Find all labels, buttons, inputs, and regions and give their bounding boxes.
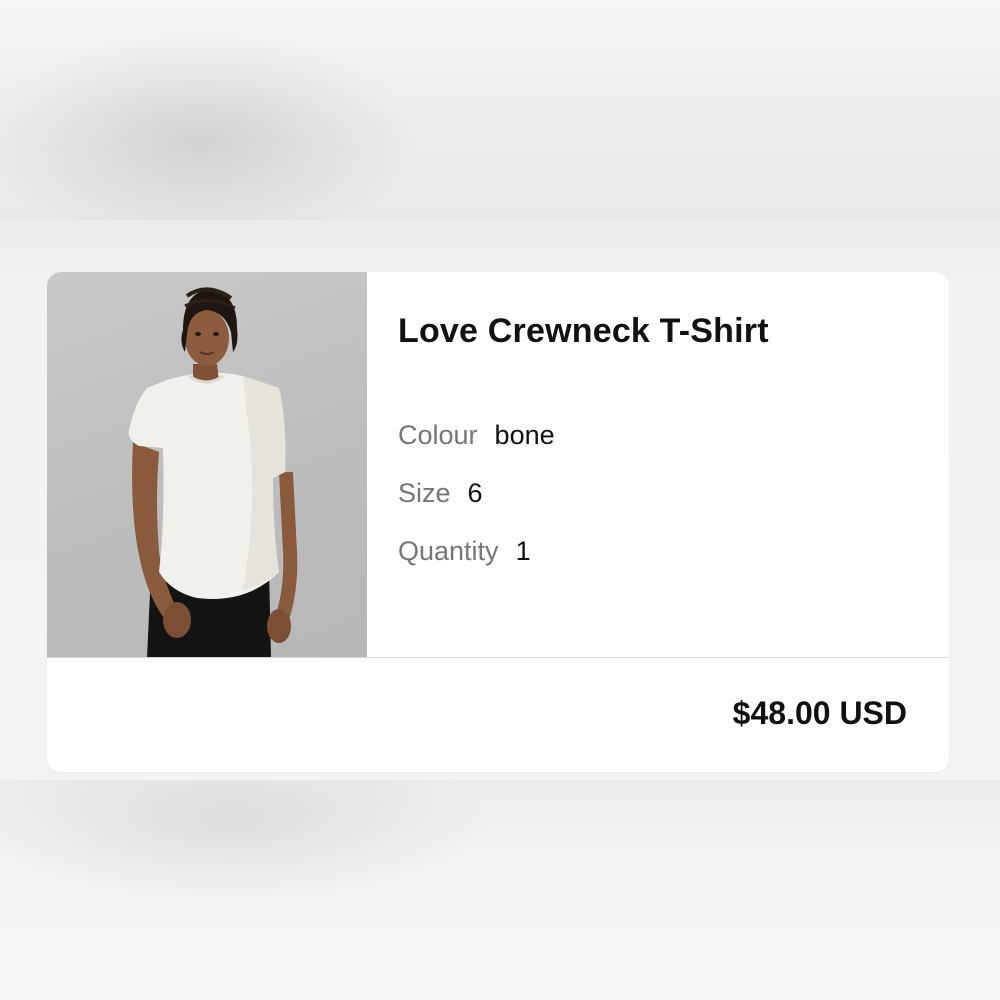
size-label: Size (398, 478, 451, 508)
screenshot-area: Love Crewneck T-Shirt Colour bone Size 6 Q… (0, 220, 1000, 780)
colour-value: bone (494, 420, 555, 450)
size-value: 6 (467, 478, 483, 508)
size-row: Size 6 (398, 478, 483, 509)
blurred-background-top (0, 0, 1000, 220)
model-wearing-tshirt-icon (128, 287, 298, 658)
cart-item-card: Love Crewneck T-Shirt Colour bone Size 6 Q… (47, 272, 949, 772)
colour-row: Colour bone (398, 420, 555, 451)
product-image[interactable] (47, 272, 367, 658)
price-total: $48.00 USD (732, 695, 907, 731)
product-title[interactable]: Love Crewneck T-Shirt (398, 312, 769, 351)
quantity-value: 1 (515, 536, 531, 566)
blurred-background-bottom (0, 780, 1000, 1000)
quantity-row: Quantity 1 (398, 536, 531, 567)
quantity-label: Quantity (398, 536, 499, 566)
divider (47, 657, 949, 658)
colour-label: Colour (398, 420, 478, 450)
